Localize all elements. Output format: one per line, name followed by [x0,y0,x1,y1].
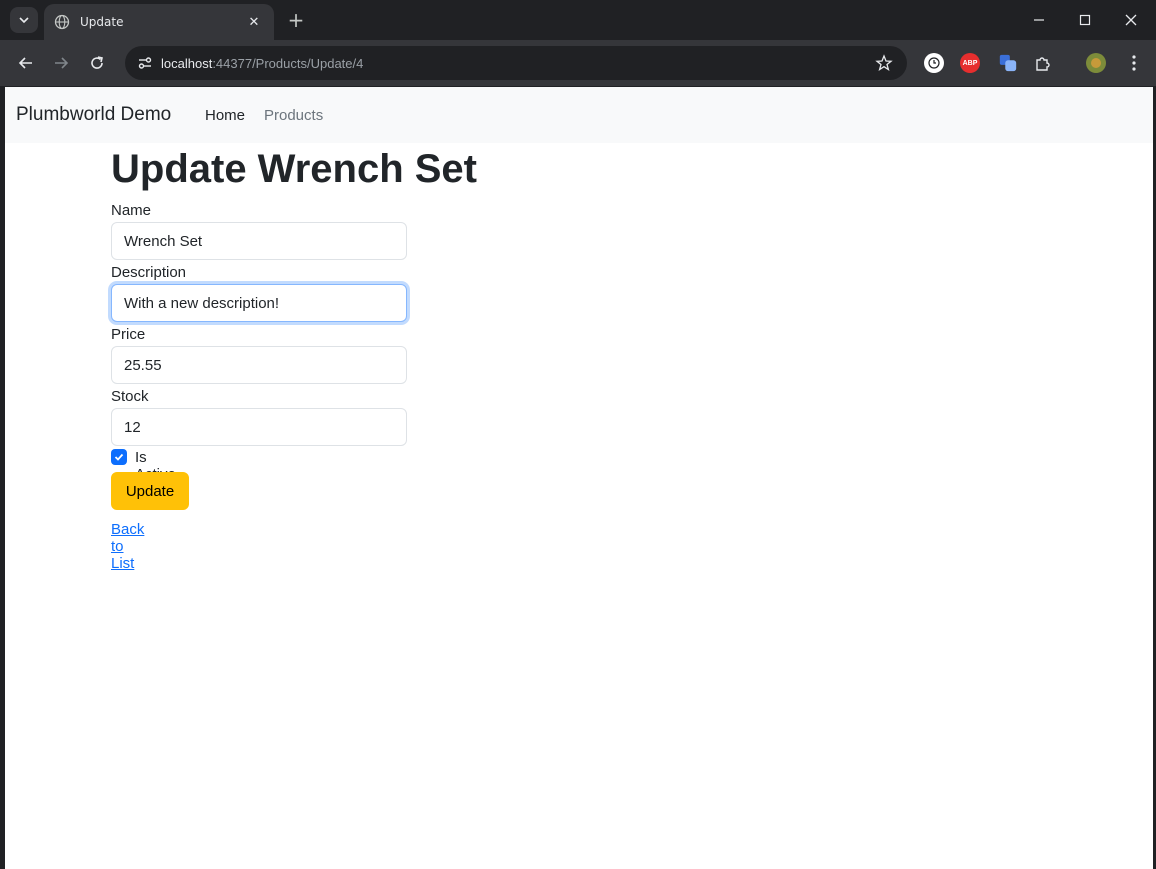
extension-clock-icon[interactable] [924,53,944,73]
new-tab-button[interactable]: + [284,8,308,32]
nav-link-home[interactable]: Home [205,107,245,124]
web-page: Plumbworld Demo Home Products Update Wre… [5,87,1153,869]
back-to-list-link[interactable]: Back to List [111,521,144,572]
tab-search-button[interactable] [10,7,38,33]
stock-input[interactable] [111,408,407,446]
browser-toolbar: localhost:44377/Products/Update/4 ABP [0,40,1156,86]
address-bar[interactable]: localhost:44377/Products/Update/4 [125,46,907,80]
chevron-down-icon [19,17,29,24]
tab-strip: Update ✕ + [0,0,1156,40]
name-label: Name [111,202,152,219]
url-text: localhost:44377/Products/Update/4 [161,56,363,71]
stock-label: Stock [111,388,149,405]
tab-title: Update [80,15,124,29]
browser-tab[interactable]: Update ✕ [44,4,274,40]
url-host: localhost [161,55,213,71]
maximize-icon [1079,14,1091,26]
minimize-icon [1034,19,1044,21]
arrow-right-icon [55,57,69,69]
page-title: Update Wrench Set [111,147,477,191]
browser-menu-icon[interactable] [1124,53,1144,73]
url-path: :44377/Products/Update/4 [212,55,364,71]
profile-avatar[interactable] [1086,53,1106,73]
price-input[interactable] [111,346,407,384]
update-button[interactable]: Update [111,472,189,510]
is-active-checkbox[interactable] [111,449,127,465]
adblock-extension-icon[interactable]: ABP [960,53,980,73]
nav-link-products[interactable]: Products [264,107,323,124]
browser-window: Update ✕ + localhost:44377/Products/Upda… [0,0,1156,869]
site-navbar: Plumbworld Demo Home Products [5,87,1153,143]
back-button[interactable] [12,49,40,77]
globe-icon [54,14,70,30]
reload-button[interactable] [83,49,111,77]
maximize-button[interactable] [1062,0,1108,40]
forward-button[interactable] [47,49,75,77]
minimize-button[interactable] [1016,0,1062,40]
close-window-button[interactable] [1108,0,1154,40]
description-label: Description [111,264,187,281]
checkmark-icon [114,453,124,461]
name-input[interactable] [111,222,407,260]
site-info-icon[interactable] [134,52,156,74]
price-label: Price [111,326,146,343]
adblock-label: ABP [962,59,978,67]
bookmark-star-icon[interactable] [875,54,893,72]
description-input[interactable] [111,284,407,322]
close-icon [1125,14,1137,26]
extension-blue-icon[interactable] [998,53,1018,73]
navbar-brand[interactable]: Plumbworld Demo [16,104,171,126]
close-tab-icon[interactable]: ✕ [244,15,264,30]
arrow-left-icon [18,57,32,69]
extensions-puzzle-icon[interactable] [1033,53,1053,73]
reload-icon [91,56,103,69]
